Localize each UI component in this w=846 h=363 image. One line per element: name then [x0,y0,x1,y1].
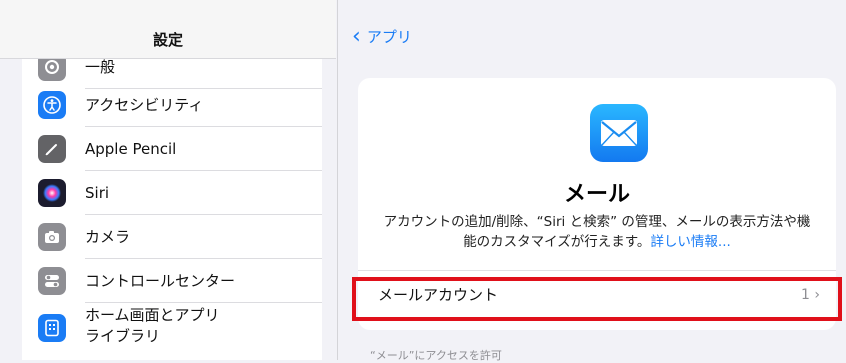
mail-accounts-row[interactable]: メールアカウント 1 › [358,273,836,317]
section-caption: “メール”にアクセスを許可 [370,349,502,362]
sidebar-item-siri[interactable]: Siri [22,171,322,215]
sidebar-item-camera[interactable]: カメラ [22,215,322,259]
app-description: アカウントの追加/削除、“Siri と検索” の管理、メールの表示方法や機能のカ… [383,214,811,250]
chevron-right-icon: › [814,287,820,303]
mail-accounts-label: メールアカウント [378,286,499,304]
divider [358,270,836,271]
sidebar: 一般 アクセシビリティ Apple Pencil Siri カメラ コントロール… [0,0,336,360]
page-title: 設定 [152,31,183,49]
sidebar-item-accessibility[interactable]: アクセシビリティ [22,83,322,127]
settings-menu-list: 一般 アクセシビリティ Apple Pencil Siri カメラ コントロール… [22,45,322,360]
learn-more-link[interactable]: 詳しい情報... [650,234,730,250]
sidebar-item-label: Siri [85,184,110,202]
camera-icon [38,223,66,251]
chevron-left-icon: ‹ [352,23,361,49]
sidebar-item-apple-pencil[interactable]: Apple Pencil [22,127,322,171]
sidebar-item-label: ホーム画面とアプリ ライブラリ [85,306,220,345]
sidebar-item-label: Apple Pencil [85,140,177,158]
sidebar-item-label: コントロールセンター [85,272,236,290]
sidebar-item-control-center[interactable]: コントロールセンター [22,259,322,303]
sidebar-item-home-screen[interactable]: ホーム画面とアプリ ライブラリ [22,303,322,353]
app-name: メール [563,182,630,207]
siri-icon [38,179,66,207]
sidebar-item-label: カメラ [85,228,131,246]
pencil-icon [38,135,66,163]
home-screen-icon [38,314,66,342]
mail-icon [590,104,648,162]
sidebar-header: 設定 [0,0,336,59]
account-count: 1 › [801,287,820,303]
app-info-card: メール アカウントの追加/削除、“Siri と検索” の管理、メールの表示方法や… [358,78,836,330]
accessibility-icon [38,91,66,119]
detail-pane: ‹ アプリ メール アカウントの追加/削除、“Siri と検索” の管理、メール… [337,0,846,360]
back-label: アプリ [366,28,412,46]
sidebar-item-label: アクセシビリティ [85,96,204,114]
back-button[interactable]: ‹ アプリ [352,23,412,49]
toggle-icon [38,267,66,295]
